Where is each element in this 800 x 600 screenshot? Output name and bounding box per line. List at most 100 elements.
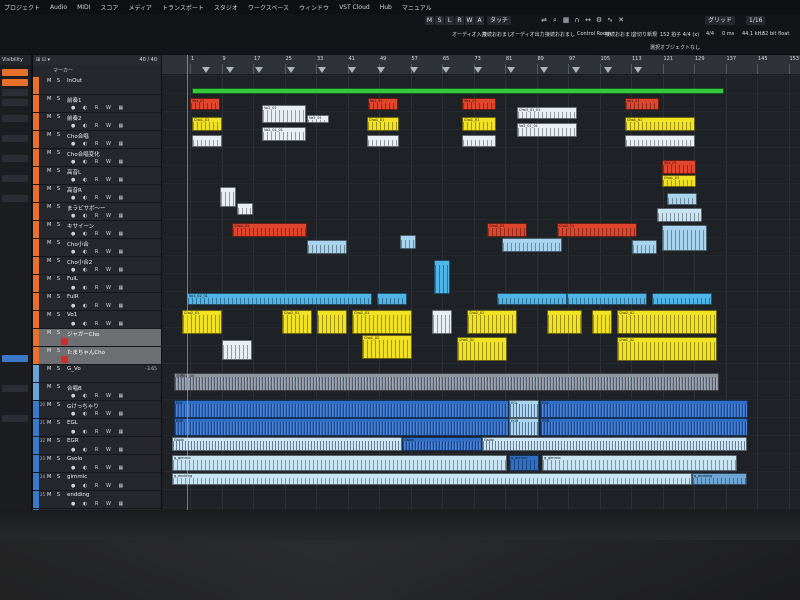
mute-solo-buttons[interactable]: M S [47,186,62,192]
event-clip[interactable]: EGL [509,400,539,418]
track-name[interactable]: Gけっちゃり [67,402,99,410]
event-clip[interactable]: EGL [540,400,748,418]
event-clip[interactable]: Cho2_01 [487,223,527,237]
event-clip[interactable]: Cho1_02 [362,335,412,359]
grid-mode-select[interactable]: グリッド [705,16,736,25]
mute-solo-buttons[interactable]: M S [47,366,62,372]
track-controls[interactable]: ● ◐ R W ▦ [71,483,126,489]
automation-button-s[interactable]: S [435,16,444,25]
grid-icon[interactable]: ▦ [562,16,570,24]
event-clip[interactable]: Cho1_01 [367,117,399,131]
cross-icon[interactable]: ✕ [617,16,625,24]
track-name[interactable]: ジャガーCho [67,330,99,338]
event-clip[interactable]: Gsolo [172,437,402,451]
event-clip[interactable] [237,203,253,215]
mute-solo-buttons[interactable]: M S [47,312,62,318]
event-clip[interactable]: Gsolo [482,437,747,451]
event-clip[interactable]: Vo1_01 [662,160,696,174]
event-clip[interactable] [432,310,452,334]
menu-item[interactable]: スコア [100,3,118,12]
event-clip[interactable]: Cho2_01 [182,310,222,334]
track-row[interactable]: M S まラビサボ～ー ● ◐ R W ▦ [33,203,161,221]
inspector-bar[interactable] [2,385,28,392]
event-clip[interactable] [657,208,702,222]
track-name[interactable]: Cho小合2 [67,258,92,266]
inspector-bar[interactable] [2,195,28,202]
event-clip[interactable] [625,135,695,147]
track-row[interactable]: M S FulR ● ◐ R W ▦ [33,293,161,311]
event-clip[interactable]: 合唱B1_04 [174,373,719,391]
track-controls[interactable]: ● ◐ R W ▦ [71,267,126,273]
track-controls[interactable]: ● ◐ R W ▦ [71,213,126,219]
mute-solo-buttons[interactable]: M S [47,114,62,120]
menu-item[interactable]: VST Cloud [339,4,370,11]
track-row[interactable]: M S Cho合唱変化 ● ◐ R W ▦ [33,149,161,167]
track-row[interactable]: 21 M S EGL ● ◐ R W ▦ [33,419,161,437]
track-name[interactable]: 高音L [67,168,81,176]
event-clip[interactable]: Vo2_01 [307,115,329,123]
ruler[interactable]: 1 9 17 25 33 41 49 57 65 73 81 89 97 105 113 121 129 137 1… [162,55,800,75]
event-clip[interactable] [667,193,697,205]
track-controls[interactable]: ● ◐ R W ▦ [71,123,126,129]
arrow-icon[interactable]: ↔ [584,16,592,24]
marker-icon[interactable] [507,67,515,73]
track-controls[interactable]: ● ◐ R W ▦ [71,105,126,111]
automation-button-m[interactable]: M [425,16,434,25]
quantize-select[interactable]: 1/16 [746,16,766,25]
mute-solo-buttons[interactable]: M S [47,78,62,84]
track-row[interactable]: M S Vo1 ● ◐ R W ▦ [33,311,161,329]
track-name[interactable]: EGR [67,438,79,444]
track-name[interactable]: たまちゃんCho [67,348,105,356]
mute-solo-buttons[interactable]: M S [47,402,62,408]
mute-solo-buttons[interactable]: M S [47,222,62,228]
track-name[interactable]: 前奏1 [67,96,82,104]
track-name[interactable]: キサイーン [67,222,94,230]
track-row[interactable]: M S キサイーン ● ◐ R W ▦ [33,221,161,239]
event-clip[interactable] [367,135,399,147]
mute-solo-buttons[interactable]: M S [47,492,62,498]
track-row[interactable]: M S たまちゃんCho [33,347,161,365]
event-clip[interactable]: g_endding [692,473,747,485]
track-row[interactable]: 25 M S endding ● ◐ R W ▦ [33,491,161,509]
marker-icon[interactable] [442,67,450,73]
automation-button-a[interactable]: A [475,16,484,25]
event-clip[interactable]: Vo2_01 [262,105,306,123]
track-row[interactable]: M S 合唱B ● ◐ R W ▦ [33,383,161,401]
event-clip[interactable] [307,240,347,254]
event-clip[interactable] [567,293,647,305]
inspector-bar[interactable] [2,99,28,106]
mute-solo-buttons[interactable]: M S [47,96,62,102]
inspector-bar[interactable] [2,415,28,422]
event-clip[interactable]: g_gimmic [542,455,737,471]
marker-icon[interactable] [318,67,326,73]
inspector-bar[interactable] [2,69,28,76]
track-name[interactable]: FulR [67,294,79,300]
menu-item[interactable]: ウィンドウ [299,3,329,12]
marker-icon[interactable] [226,67,234,73]
mute-solo-buttons[interactable]: M S [47,168,62,174]
mute-solo-buttons[interactable]: M S [47,276,62,282]
marker-icon[interactable] [287,67,295,73]
event-clip[interactable]: Cho2_01 [282,310,312,334]
event-clip[interactable]: Vo1_01 [462,98,496,110]
marker-icon[interactable] [202,67,210,73]
event-clip[interactable]: Cho1_01 [662,175,696,187]
inspector-bar[interactable] [2,115,28,122]
track-name[interactable]: FulL [67,276,78,282]
track-row[interactable]: 24 M S gimmic ● ◐ R W ▦ [33,473,161,491]
event-clip[interactable]: Cho3_01_01 [517,107,577,119]
marker-icon[interactable] [474,67,482,73]
event-clip[interactable]: g_gimmic [509,455,539,471]
event-clip[interactable]: g_gimmic [172,455,507,471]
event-clip[interactable] [497,293,567,305]
track-row[interactable]: M S G_Vo -3.65 [33,365,161,383]
event-clip[interactable]: Cho1_01 [625,117,695,131]
event-clip[interactable]: EGR [540,418,748,436]
track-name[interactable]: Cho合唱変化 [67,150,100,158]
mute-solo-buttons[interactable]: M S [47,420,62,426]
track-controls[interactable]: ● ◐ R W ▦ [71,141,126,147]
track-name[interactable]: Gsolo [67,456,82,462]
inspector-bar[interactable] [2,135,28,142]
magnet-icon[interactable]: ∩ [573,16,581,24]
playhead-cursor[interactable] [187,55,188,510]
